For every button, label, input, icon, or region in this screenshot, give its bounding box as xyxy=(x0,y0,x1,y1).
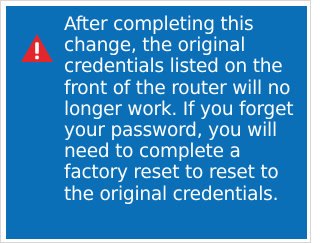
warning-triangle-icon xyxy=(20,33,54,63)
warning-panel: After completing this change, the origin… xyxy=(6,6,307,239)
warning-notice: After completing this change, the origin… xyxy=(0,0,311,243)
warning-message: After completing this change, the origin… xyxy=(64,14,294,205)
